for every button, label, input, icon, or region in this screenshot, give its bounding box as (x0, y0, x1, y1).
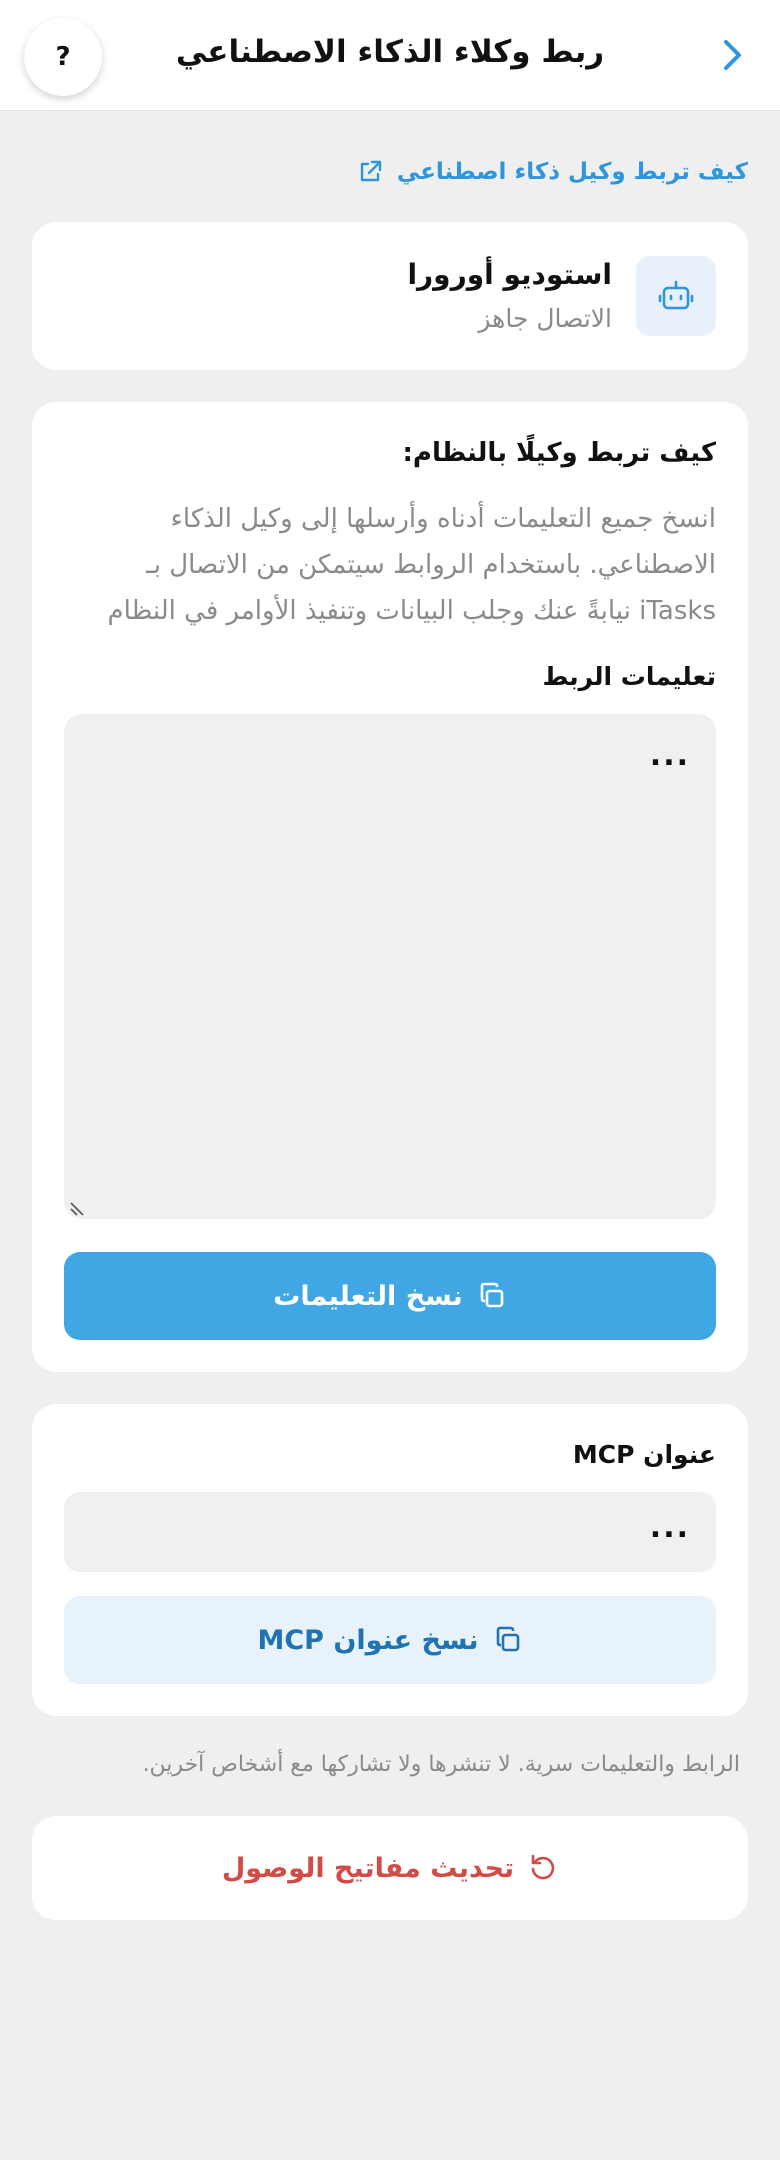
instructions-description: انسخ جميع التعليمات أدناه وأرسلها إلى وك… (107, 504, 716, 626)
mcp-label: عنوان MCP (572, 1440, 716, 1469)
copy-mcp-button[interactable]: نسخ عنوان MCP (64, 1596, 716, 1684)
app-header: ربط وكلاء الذكاء الاصطناعي ? (0, 0, 780, 111)
copy-mcp-label: نسخ عنوان MCP (257, 1624, 479, 1656)
page-title: ربط وكلاء الذكاء الاصطناعي (175, 34, 605, 70)
instructions-title: كيف تربط وكيلًا بالنظام: (402, 438, 716, 468)
security-warning: الرابط والتعليمات سرية. لا تنشرها ولا تش… (142, 1752, 740, 1777)
guide-link-label: كيف تربط وكيل ذكاء اصطناعي (396, 159, 748, 185)
robot-icon (658, 280, 694, 310)
guide-link[interactable]: كيف تربط وكيل ذكاء اصطناعي (357, 154, 748, 190)
refresh-icon (531, 1854, 555, 1880)
instructions-value: ... (649, 738, 690, 773)
copy-instructions-button[interactable]: نسخ التعليمات (64, 1252, 716, 1340)
refresh-keys-label: تحديث مفاتيح الوصول (221, 1852, 515, 1884)
help-button[interactable]: ? (24, 18, 102, 96)
external-link-icon (360, 160, 382, 182)
copy-icon (496, 1626, 519, 1652)
resize-handle-icon[interactable] (68, 1199, 86, 1217)
copy-instructions-label: نسخ التعليمات (273, 1280, 463, 1312)
instructions-label: تعليمات الربط (542, 662, 716, 691)
agent-icon-container (636, 256, 716, 336)
agent-card: استوديو أورورا الاتصال جاهز (32, 222, 748, 370)
refresh-keys-button[interactable]: تحديث مفاتيح الوصول (32, 1816, 748, 1920)
agent-name: استوديو أورورا (407, 258, 612, 291)
mcp-address-value: ... (649, 1510, 690, 1545)
mcp-card: عنوان MCP ... نسخ عنوان MCP (32, 1404, 748, 1716)
mcp-address-field[interactable]: ... (64, 1492, 716, 1572)
instructions-textarea[interactable]: ... (64, 714, 716, 1219)
instructions-card: كيف تربط وكيلًا بالنظام: انسخ جميع التعل… (32, 402, 748, 1372)
agent-status: الاتصال جاهز (478, 304, 612, 333)
copy-icon (480, 1282, 504, 1308)
